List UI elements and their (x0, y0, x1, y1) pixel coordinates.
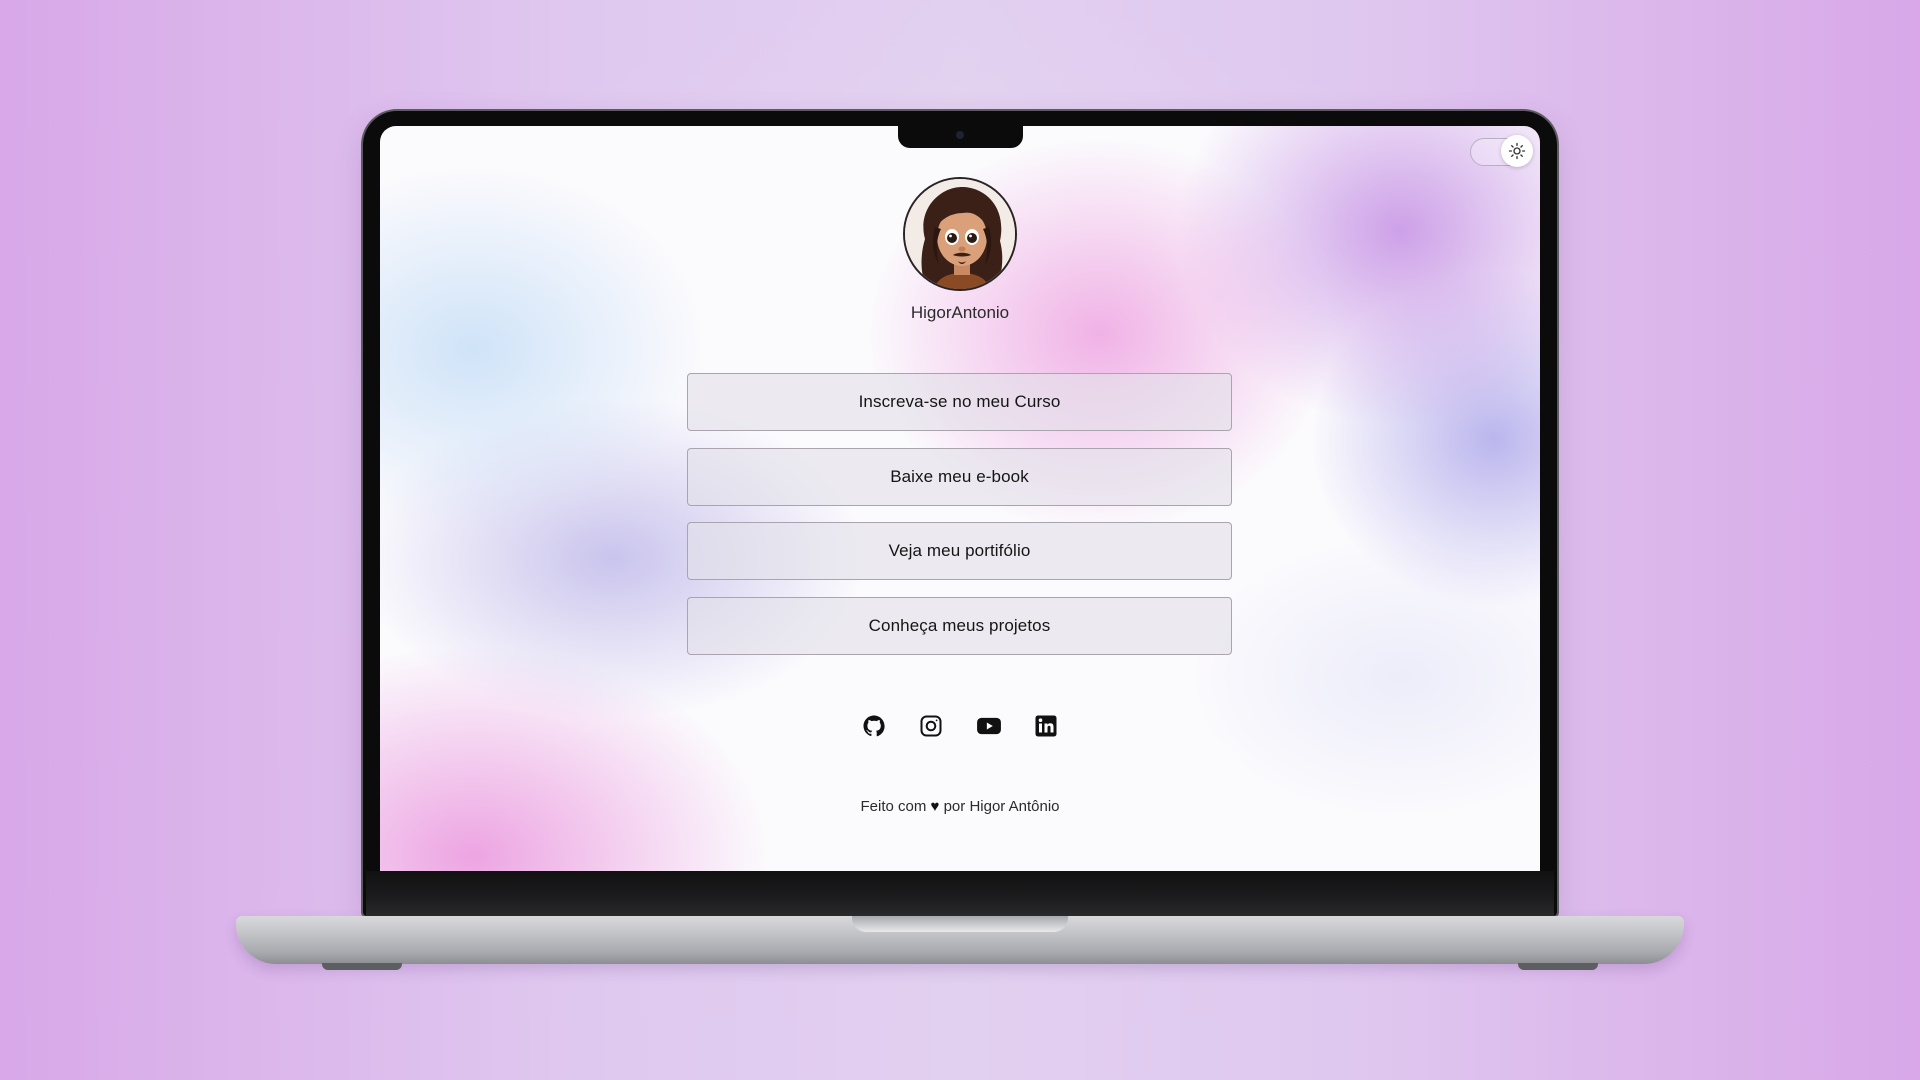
github-icon (863, 715, 885, 737)
toggle-knob[interactable] (1501, 135, 1533, 167)
laptop-foot-right (1518, 963, 1598, 970)
laptop-screen: HigorAntonio Inscreva-se no meu Curso Ba… (380, 126, 1540, 871)
heart-icon: ♥ (930, 798, 940, 815)
footer-credit: Feito com ♥ por Higor Antônio (760, 798, 1160, 815)
youtube-link[interactable] (975, 712, 1003, 740)
instagram-icon (920, 715, 942, 737)
laptop-chin (366, 871, 1554, 916)
linkedin-link[interactable] (1032, 712, 1060, 740)
camera-notch (898, 124, 1023, 148)
github-link[interactable] (860, 712, 888, 740)
footer-suffix: por Higor Antônio (943, 798, 1060, 815)
link-button-ebook[interactable]: Baixe meu e-book (687, 447, 1232, 506)
avatar-illustration (905, 179, 1015, 289)
link-button-projects[interactable]: Conheça meus projetos (687, 596, 1232, 655)
sun-icon (1508, 142, 1526, 160)
laptop-base-notch (852, 916, 1068, 932)
theme-toggle[interactable] (1470, 135, 1533, 167)
social-links (860, 712, 1060, 740)
link-button-course[interactable]: Inscreva-se no meu Curso (687, 373, 1232, 431)
linkedin-icon (1035, 715, 1057, 737)
youtube-icon (976, 717, 1001, 735)
instagram-link[interactable] (917, 712, 945, 740)
link-list: Inscreva-se no meu Curso Baixe meu e-boo… (687, 373, 1232, 671)
link-button-portfolio[interactable]: Veja meu portifólio (687, 522, 1232, 580)
laptop-foot-left (322, 963, 402, 970)
footer-prefix: Feito com (860, 798, 927, 815)
username: HigorAntonio (910, 303, 1010, 322)
avatar (903, 177, 1017, 291)
